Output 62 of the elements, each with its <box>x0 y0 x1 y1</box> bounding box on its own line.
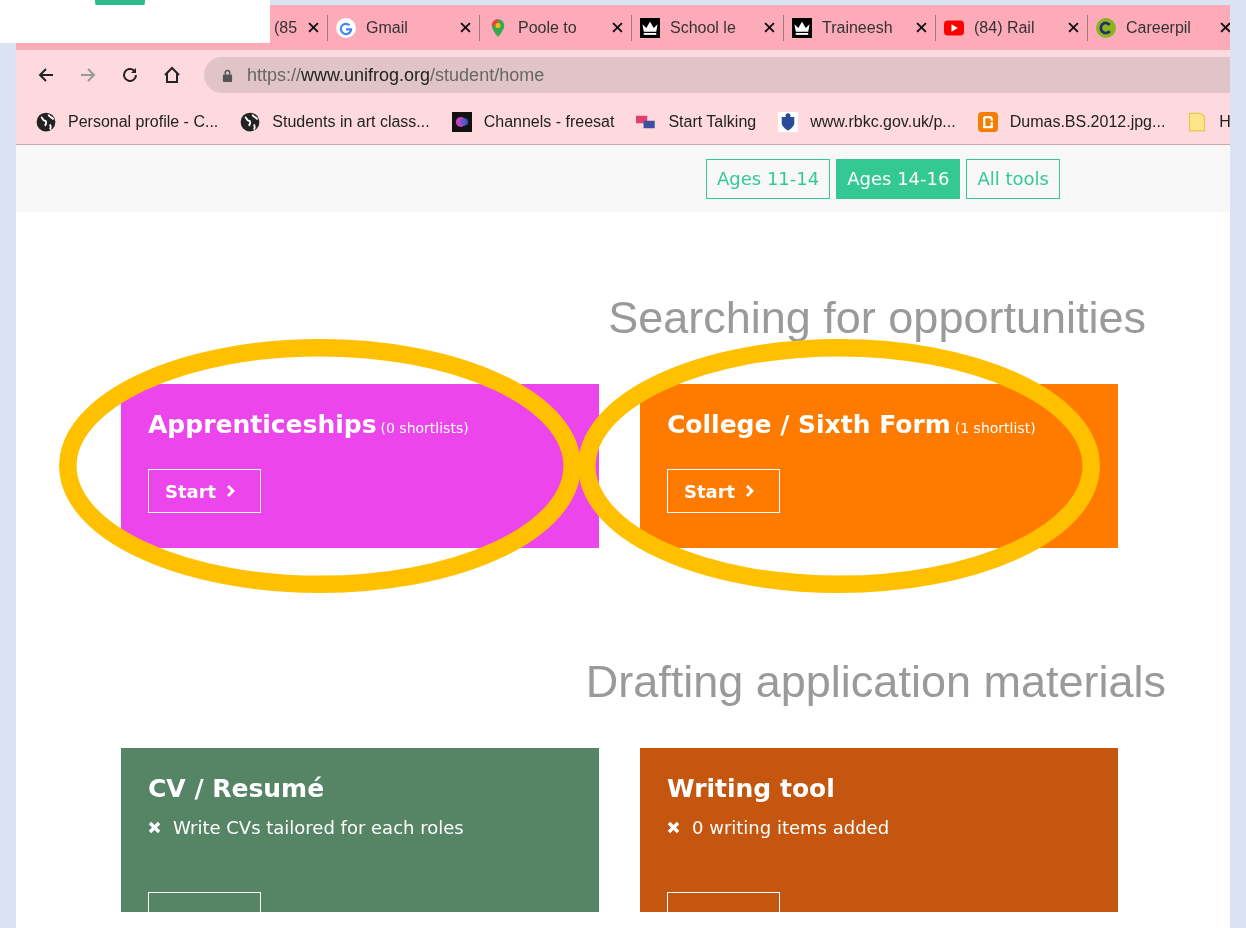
bookmark-title: Channels - freesat <box>483 113 615 131</box>
tab-title: School le <box>670 18 737 37</box>
tab-title: Poole to <box>518 18 578 37</box>
chevron-icon <box>226 484 237 498</box>
crown-icon <box>640 17 660 38</box>
section-title: Drafting application materials <box>584 656 1166 708</box>
close-icon[interactable] <box>612 22 623 33</box>
letter-c-icon <box>1096 17 1116 38</box>
tab-title: (84) Rail <box>974 18 1036 37</box>
close-icon[interactable] <box>764 22 775 33</box>
bookmark[interactable]: H <box>1187 112 1230 132</box>
close-icon[interactable] <box>460 22 471 33</box>
card-title: CV / Resumé <box>148 774 326 803</box>
close-icon[interactable] <box>1068 22 1079 33</box>
address-bar[interactable]: https://www.unifrog.org/student/home <box>204 57 1230 93</box>
lock-icon <box>222 68 233 82</box>
browser-tab[interactable]: Gmail <box>328 10 479 45</box>
browser-tab[interactable]: Careerpil <box>1088 10 1230 45</box>
card-title: Writing tool <box>667 774 836 803</box>
tab-title: Careerpil <box>1126 18 1192 37</box>
chevron-icon <box>745 484 756 498</box>
bookmark[interactable]: Dumas.BS.2012.jpg... <box>977 112 1166 132</box>
card-title: College / Sixth Form (1 shortlist) <box>667 410 1037 439</box>
cross-icon <box>148 821 161 834</box>
close-icon[interactable] <box>1220 22 1230 33</box>
bookmark[interactable]: Channels - freesat <box>451 112 615 132</box>
section-title: Searching for opportunities <box>607 292 1146 344</box>
bookmark[interactable]: Personal profile - C... <box>36 112 219 132</box>
browser-tab[interactable]: (84) Rail <box>936 10 1087 45</box>
bookmark-title: Students in art class... <box>272 113 430 131</box>
cross-icon <box>667 821 680 834</box>
close-icon[interactable] <box>916 22 927 33</box>
browser-tab[interactable]: School le <box>632 10 783 45</box>
bookmark-title: Dumas.BS.2012.jpg... <box>1009 113 1166 131</box>
bookmark[interactable]: Students in art class... <box>240 112 430 132</box>
crest-icon <box>778 112 799 132</box>
bookmark-title: Start Talking <box>668 113 757 131</box>
tab-title: (85 <box>274 18 298 37</box>
bookmark-title: Personal profile - C... <box>68 113 219 131</box>
crown-icon <box>792 17 812 38</box>
letter-b-icon <box>977 112 998 132</box>
browser-tab[interactable]: (85 <box>266 10 327 45</box>
bookmark[interactable]: Start Talking <box>636 112 757 132</box>
bookmark-title: H <box>1219 113 1230 131</box>
close-icon[interactable] <box>308 22 319 33</box>
url-text: https://www.unifrog.org/student/home <box>247 64 545 86</box>
card-status-text: Write CVs tailored for each roles <box>173 817 464 838</box>
bookmark-title: www.rbkc.gov.uk/p... <box>810 113 956 131</box>
browser-tab[interactable]: Poole to <box>480 10 631 45</box>
card-title: Apprenticeships (0 shortlists) <box>148 410 470 439</box>
reload-icon[interactable] <box>120 65 140 85</box>
browser-tab[interactable]: Traineesh <box>784 10 935 45</box>
home-icon[interactable] <box>162 65 182 85</box>
google-g-icon <box>336 17 356 38</box>
globe-icon <box>240 112 261 132</box>
colour-blob-icon <box>451 112 472 132</box>
globe-icon <box>36 112 56 132</box>
tab-title: Gmail <box>366 18 409 37</box>
tab-title: Traineesh <box>822 18 894 37</box>
note-icon <box>1187 112 1208 132</box>
bookmark[interactable]: www.rbkc.gov.uk/p... <box>778 112 956 132</box>
card-status-text: 0 writing items added <box>692 817 890 838</box>
